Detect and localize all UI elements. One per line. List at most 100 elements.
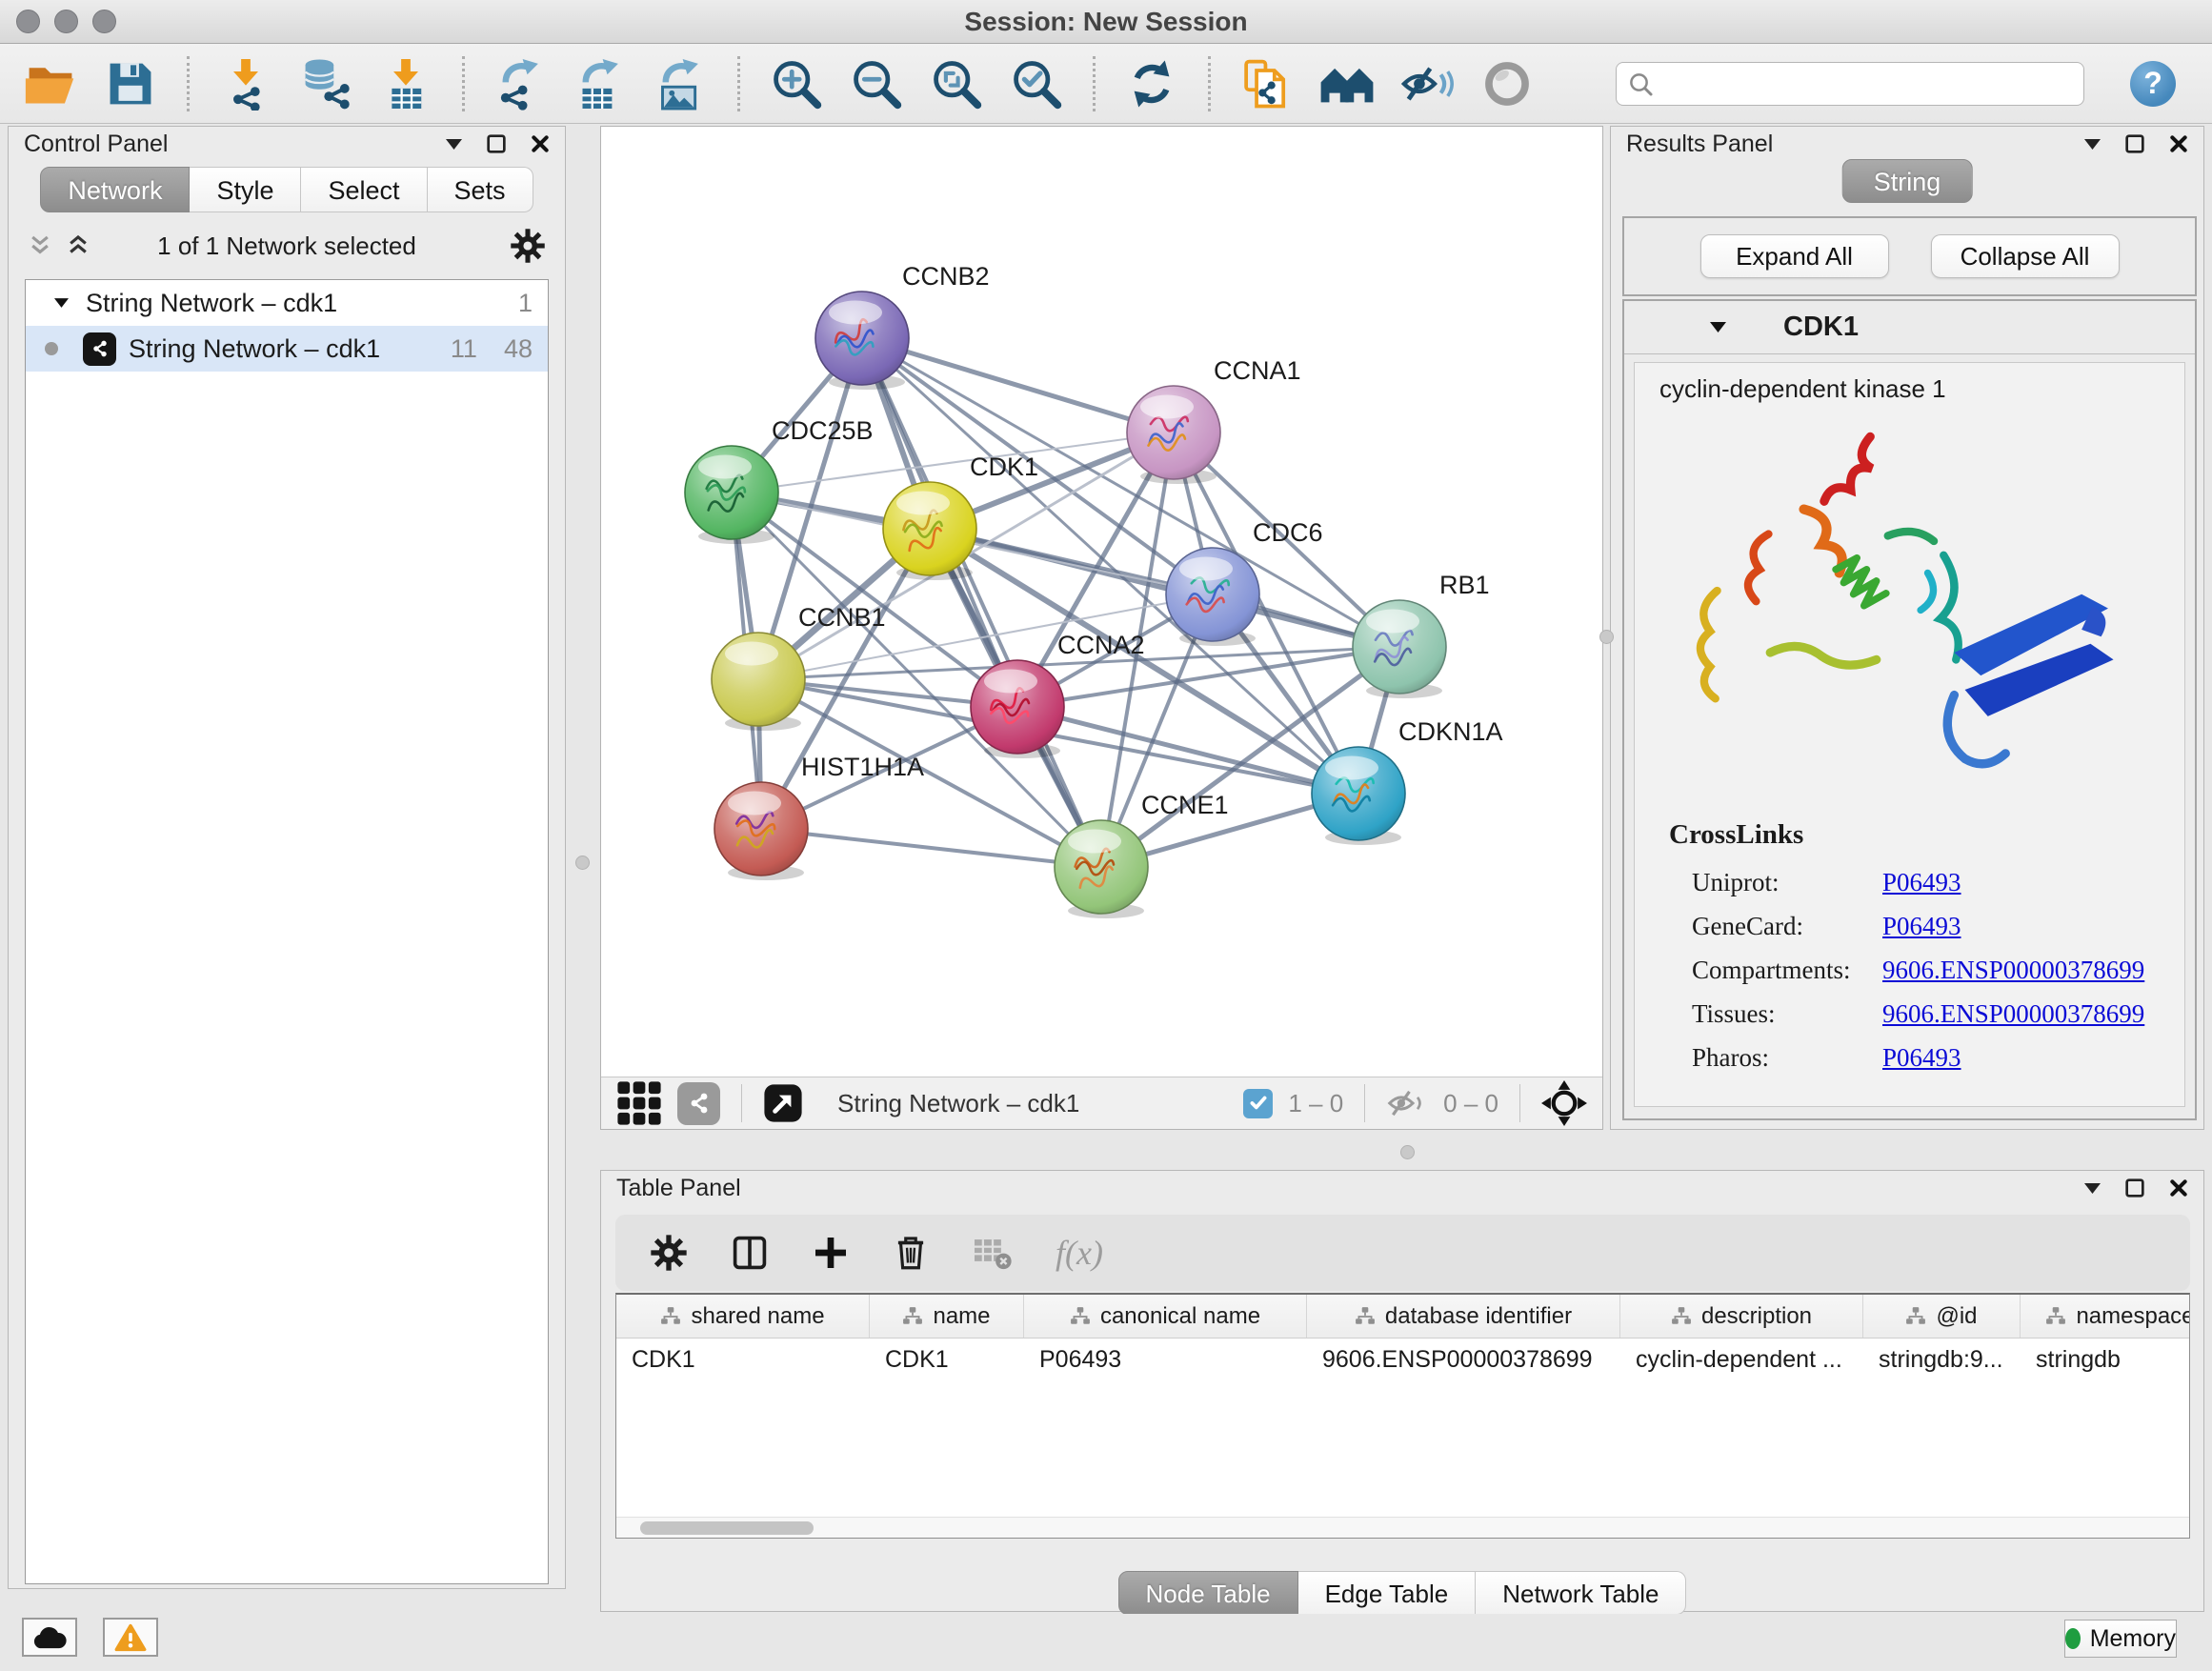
network-from-document-button[interactable]	[1239, 56, 1295, 111]
traffic-light-close-button[interactable]	[16, 10, 40, 33]
panel-float-icon[interactable]	[487, 134, 506, 153]
network-node-CDC6[interactable]: CDC6	[1166, 518, 1323, 646]
protein-header-row[interactable]: CDK1	[1624, 301, 2195, 354]
network-row[interactable]: String Network – cdk1 11 48	[26, 326, 548, 372]
export-network-button[interactable]	[493, 56, 549, 111]
show-view-button[interactable]	[1479, 56, 1535, 111]
selected-nodes-checkbox[interactable]	[1243, 1089, 1273, 1118]
network-collection-row[interactable]: String Network – cdk1 1	[26, 280, 548, 326]
network-node-CDK1[interactable]: CDK1	[883, 453, 1038, 580]
apply-layout-refresh-button[interactable]	[1124, 56, 1179, 111]
column-header-shared-name[interactable]: shared name	[616, 1295, 870, 1338]
tab-select[interactable]: Select	[301, 167, 427, 212]
network-node-CDKN1A[interactable]: CDKN1A	[1312, 717, 1503, 845]
column-header-namespace[interactable]: namespace	[2021, 1295, 2190, 1338]
string-enhance-button[interactable]	[677, 1082, 720, 1125]
right-splitter-handle[interactable]	[1599, 630, 1614, 644]
save-session-button[interactable]	[103, 56, 158, 111]
delete-table-button-disabled[interactable]	[972, 1235, 1014, 1271]
traffic-light-minimize-button[interactable]	[54, 10, 78, 33]
zoom-out-button[interactable]	[849, 56, 904, 111]
help-button[interactable]: ?	[2130, 61, 2176, 107]
panel-close-icon[interactable]	[531, 134, 550, 153]
zoom-selected-button[interactable]	[1009, 56, 1064, 111]
network-node-CDC25B[interactable]: CDC25B	[685, 416, 874, 544]
scrollbar-thumb[interactable]	[640, 1521, 814, 1535]
open-session-button[interactable]	[23, 56, 78, 111]
expand-all-button[interactable]: Expand All	[1700, 234, 1889, 278]
panel-collapse-icon[interactable]	[2084, 1183, 2101, 1194]
panel-collapse-icon[interactable]	[2084, 139, 2101, 150]
left-splitter-handle[interactable]	[575, 856, 590, 870]
panel-close-icon[interactable]	[2169, 1178, 2188, 1198]
fit-selected-button[interactable]	[1541, 1080, 1587, 1126]
create-column-button[interactable]	[812, 1234, 850, 1272]
collapse-all-button[interactable]: Collapse All	[1931, 234, 2120, 278]
bottom-splitter-handle[interactable]	[1400, 1145, 1415, 1159]
tab-edge-table[interactable]: Edge Table	[1298, 1571, 1477, 1615]
results-tab-string[interactable]: String	[1842, 159, 1973, 203]
crosslink-link[interactable]: 9606.ENSP00000378699	[1882, 999, 2144, 1029]
open-in-new-window-button[interactable]	[763, 1083, 803, 1123]
tab-node-table[interactable]: Node Table	[1118, 1571, 1298, 1615]
search-input[interactable]	[1616, 62, 2084, 106]
zoom-in-button[interactable]	[769, 56, 824, 111]
tab-network-table[interactable]: Network Table	[1476, 1571, 1686, 1615]
cell-description[interactable]: cyclin-dependent ...	[1620, 1339, 1863, 1380]
import-network-from-database-button[interactable]	[298, 56, 353, 111]
cell-namespace[interactable]: stringdb	[2021, 1339, 2190, 1380]
cloud-status-button[interactable]	[22, 1618, 77, 1657]
column-header-canonical-name[interactable]: canonical name	[1024, 1295, 1307, 1338]
crosslink-link[interactable]: P06493	[1882, 868, 1961, 897]
tree-expander-icon[interactable]	[54, 298, 69, 308]
import-network-from-file-button[interactable]	[218, 56, 273, 111]
network-graph-canvas[interactable]: CCNB2CCNA1CDC25BCDK1CDC6RB1CCNB1CCNA2CDK…	[601, 127, 1602, 1077]
protein-expander-icon[interactable]	[1710, 322, 1726, 332]
cell-at-id[interactable]: stringdb:9...	[1863, 1339, 2021, 1380]
tab-sets[interactable]: Sets	[428, 167, 533, 212]
cell-canonical-name[interactable]: P06493	[1024, 1339, 1307, 1380]
edge-CDK1-RB1[interactable]	[930, 529, 1399, 647]
zoom-fit-button[interactable]	[929, 56, 984, 111]
network-node-CCNA2[interactable]: CCNA2	[971, 631, 1145, 758]
crosslink-link[interactable]: 9606.ENSP00000378699	[1882, 956, 2144, 985]
export-image-button[interactable]	[654, 56, 709, 111]
export-table-button[interactable]	[573, 56, 629, 111]
panel-float-icon[interactable]	[2125, 134, 2144, 153]
network-node-HIST1H1A[interactable]: HIST1H1A	[714, 753, 924, 880]
warnings-button[interactable]	[103, 1618, 158, 1657]
column-header-name[interactable]: name	[870, 1295, 1024, 1338]
network-node-CCNE1[interactable]: CCNE1	[1055, 791, 1229, 918]
memory-button[interactable]: Memory	[2064, 1620, 2177, 1658]
traffic-light-zoom-button[interactable]	[92, 10, 116, 33]
show-columns-button[interactable]	[730, 1233, 770, 1273]
table-row[interactable]: CDK1CDK1P064939606.ENSP00000378699cyclin…	[616, 1339, 2189, 1380]
cell-name[interactable]: CDK1	[870, 1339, 1024, 1380]
table-settings-button[interactable]	[650, 1234, 688, 1272]
edge-CCNB2-CCNE1[interactable]	[862, 338, 1101, 867]
panel-float-icon[interactable]	[2125, 1178, 2144, 1198]
delete-column-button[interactable]	[892, 1233, 930, 1273]
function-builder-button-disabled[interactable]: f(x)	[1056, 1233, 1103, 1273]
crosslink-link[interactable]: P06493	[1882, 1043, 1961, 1073]
edge-CCNB2-CCNA1[interactable]	[862, 338, 1174, 433]
network-node-RB1[interactable]: RB1	[1353, 571, 1490, 698]
panel-close-icon[interactable]	[2169, 134, 2188, 153]
tab-network[interactable]: Network	[40, 167, 190, 212]
cell-database-identifier[interactable]: 9606.ENSP00000378699	[1307, 1339, 1620, 1380]
tab-style[interactable]: Style	[190, 167, 301, 212]
network-node-CCNB1[interactable]: CCNB1	[712, 603, 886, 731]
column-header-database-identifier[interactable]: database identifier	[1307, 1295, 1620, 1338]
hide-glass-effect-button[interactable]	[1399, 56, 1455, 111]
string-home-button[interactable]	[1319, 56, 1375, 111]
panel-collapse-icon[interactable]	[446, 139, 462, 150]
cell-shared-name[interactable]: CDK1	[616, 1339, 870, 1380]
column-header-at-id[interactable]: @id	[1863, 1295, 2021, 1338]
crosslink-link[interactable]: P06493	[1882, 912, 1961, 941]
import-table-from-file-button[interactable]	[378, 56, 433, 111]
table-horizontal-scrollbar[interactable]	[616, 1517, 2189, 1538]
edge-HIST1H1A-CCNE1[interactable]	[761, 829, 1101, 867]
network-node-CCNA1[interactable]: CCNA1	[1127, 356, 1301, 484]
column-header-description[interactable]: description	[1620, 1295, 1863, 1338]
birdseye-toggle-button[interactable]	[616, 1080, 662, 1126]
